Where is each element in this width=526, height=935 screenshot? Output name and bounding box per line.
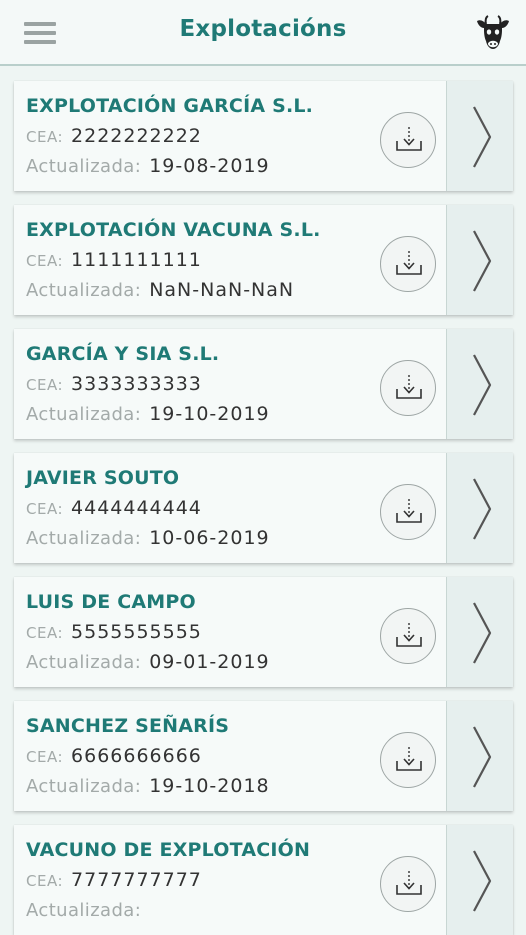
updated-row: Actualizada: 10-06-2019 [26, 527, 270, 549]
cea-label: CEA: [26, 624, 64, 642]
download-button[interactable] [380, 856, 436, 912]
cea-row: CEA: 3333333333 [26, 373, 202, 395]
cea-value: 4444444444 [71, 497, 202, 519]
cea-label: CEA: [26, 748, 64, 766]
chevron-right-icon [473, 602, 492, 664]
download-button[interactable] [380, 236, 436, 292]
farm-name: SANCHEZ SEÑARÍS [26, 715, 230, 737]
cea-label: CEA: [26, 128, 64, 146]
chevron-right-icon [473, 230, 492, 292]
updated-row: Actualizada: [26, 899, 149, 921]
cea-row: CEA: 6666666666 [26, 745, 202, 767]
cea-label: CEA: [26, 872, 64, 890]
farm-name: VACUNO DE EXPLOTACIÓN [26, 839, 311, 861]
download-icon [396, 623, 422, 647]
cea-value: 7777777777 [71, 869, 202, 891]
cea-row: CEA: 1111111111 [26, 249, 202, 271]
updated-label: Actualizada: [26, 528, 142, 549]
updated-label: Actualizada: [26, 156, 142, 177]
chevron-right-icon [473, 726, 492, 788]
chevron-right-icon [473, 478, 492, 540]
chevron-right-icon [473, 354, 492, 416]
download-icon [396, 127, 422, 151]
updated-label: Actualizada: [26, 280, 142, 301]
download-icon [396, 871, 422, 895]
updated-label: Actualizada: [26, 776, 142, 797]
updated-row: Actualizada: 19-08-2019 [26, 155, 270, 177]
open-farm-button[interactable] [446, 577, 513, 687]
updated-row: Actualizada: 19-10-2019 [26, 403, 270, 425]
farm-card[interactable]: SANCHEZ SEÑARÍS CEA: 6666666666 Actualizada… [14, 701, 513, 811]
cea-label: CEA: [26, 376, 64, 394]
farm-card[interactable]: VACUNO DE EXPLOTACIÓN CEA: 7777777777 Actua… [14, 825, 513, 935]
page-title: Explotacións [179, 16, 347, 42]
updated-value: 19-10-2018 [149, 775, 270, 797]
farm-card[interactable]: JAVIER SOUTO CEA: 4444444444 Actualizada: 10… [14, 453, 513, 563]
cea-value: 3333333333 [71, 373, 202, 395]
open-farm-button[interactable] [446, 329, 513, 439]
updated-value: 19-08-2019 [149, 155, 270, 177]
cea-value: 1111111111 [71, 249, 202, 271]
download-button[interactable] [380, 484, 436, 540]
updated-value: 10-06-2019 [149, 527, 270, 549]
updated-label: Actualizada: [26, 900, 142, 921]
open-farm-button[interactable] [446, 205, 513, 315]
download-button[interactable] [380, 732, 436, 788]
cea-row: CEA: 7777777777 [26, 869, 202, 891]
updated-value: 19-10-2019 [149, 403, 270, 425]
farm-name: EXPLOTACIÓN VACUNA S.L. [26, 219, 321, 241]
download-icon [396, 375, 422, 399]
updated-value: 09-01-2019 [149, 651, 270, 673]
download-button[interactable] [380, 360, 436, 416]
cea-row: CEA: 5555555555 [26, 621, 202, 643]
farm-card[interactable]: EXPLOTACIÓN VACUNA S.L. CEA: 1111111111 Act… [14, 205, 513, 315]
cea-row: CEA: 4444444444 [26, 497, 202, 519]
farm-name: LUIS DE CAMPO [26, 591, 196, 613]
download-icon [396, 499, 422, 523]
app-bar: Explotacións [0, 0, 526, 66]
open-farm-button[interactable] [446, 453, 513, 563]
cea-label: CEA: [26, 500, 64, 518]
open-farm-button[interactable] [446, 81, 513, 191]
download-icon [396, 251, 422, 275]
download-button[interactable] [380, 608, 436, 664]
updated-row: Actualizada: 09-01-2019 [26, 651, 270, 673]
farm-name: JAVIER SOUTO [26, 467, 180, 489]
cea-row: CEA: 2222222222 [26, 125, 202, 147]
farm-card[interactable]: GARCÍA Y SIA S.L. CEA: 3333333333 Actualiza… [14, 329, 513, 439]
cea-value: 6666666666 [71, 745, 202, 767]
farm-name: EXPLOTACIÓN GARCÍA S.L. [26, 95, 314, 117]
farm-name: GARCÍA Y SIA S.L. [26, 343, 220, 365]
download-button[interactable] [380, 112, 436, 168]
chevron-right-icon [473, 106, 492, 168]
open-farm-button[interactable] [446, 825, 513, 935]
cea-label: CEA: [26, 252, 64, 270]
updated-label: Actualizada: [26, 404, 142, 425]
cea-value: 5555555555 [71, 621, 202, 643]
chevron-right-icon [473, 850, 492, 912]
cow-head-icon[interactable] [474, 15, 512, 51]
updated-value: NaN-NaN-NaN [149, 279, 295, 301]
open-farm-button[interactable] [446, 701, 513, 811]
cea-value: 2222222222 [71, 125, 202, 147]
download-icon [396, 747, 422, 771]
updated-row: Actualizada: NaN-NaN-NaN [26, 279, 294, 301]
farm-card[interactable]: LUIS DE CAMPO CEA: 5555555555 Actualizada: 0… [14, 577, 513, 687]
updated-label: Actualizada: [26, 652, 142, 673]
updated-row: Actualizada: 19-10-2018 [26, 775, 270, 797]
farm-card[interactable]: EXPLOTACIÓN GARCÍA S.L. CEA: 2222222222 Act… [14, 81, 513, 191]
